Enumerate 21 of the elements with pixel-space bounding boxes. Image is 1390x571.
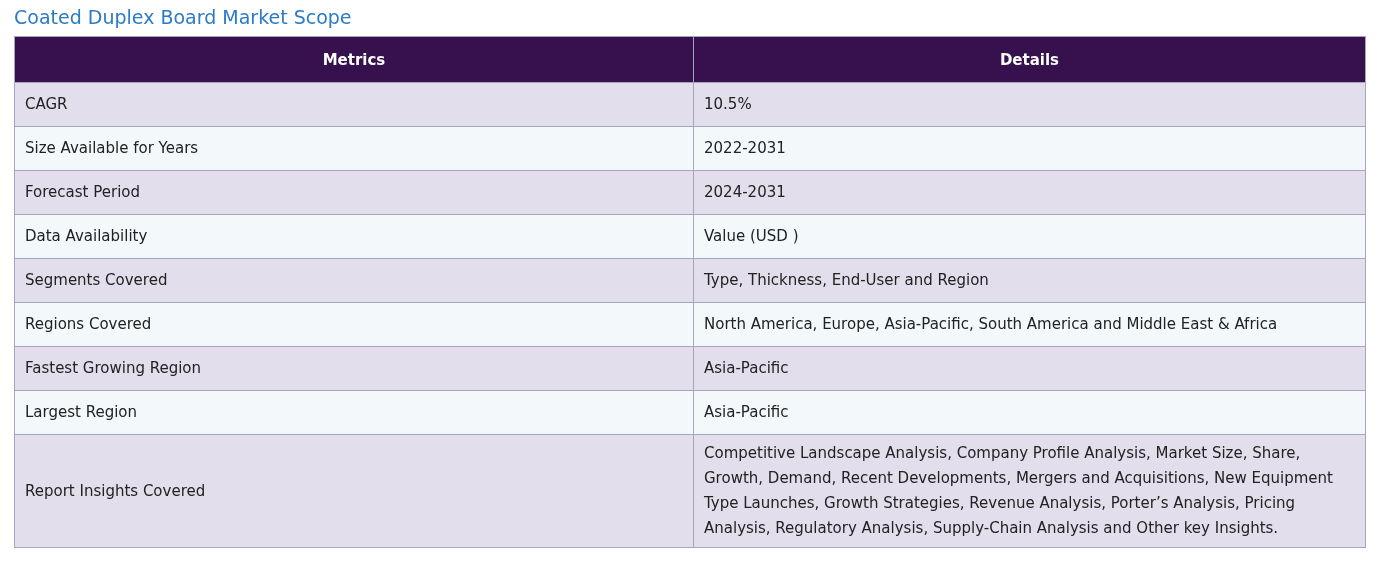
table-cell: Report Insights Covered <box>14 434 694 548</box>
table-cell: 2022-2031 <box>693 126 1366 171</box>
table-cell: Asia-Pacific <box>693 390 1366 435</box>
table-cell: Data Availability <box>14 214 694 259</box>
table-cell: Regions Covered <box>14 302 694 347</box>
column-header: Metrics <box>14 36 694 83</box>
table-cell: Value (USD ) <box>693 214 1366 259</box>
table-cell: 10.5% <box>693 82 1366 127</box>
table-cell: Segments Covered <box>14 258 694 303</box>
column-header: Details <box>693 36 1366 83</box>
section-title: Coated Duplex Board Market Scope <box>14 6 353 28</box>
table-cell: Forecast Period <box>14 170 694 215</box>
table-cell: 2024-2031 <box>693 170 1366 215</box>
table-cell: Type, Thickness, End-User and Region <box>693 258 1366 303</box>
table-cell: Size Available for Years <box>14 126 694 171</box>
table-cell: Competitive Landscape Analysis, Company Profile Analysis, Market Size, Share, Growth, Demand, Recent Developments, Mergers and Acquisitions, New Equipment Type Launches, Growth Strategies, Revenue Analysis, Porter’s Analysis, Pricing Analysis, Regulatory Analysis, Supply-Chain Analysis and Other key Insights. <box>693 434 1366 548</box>
table-cell: Largest Region <box>14 390 694 435</box>
table-cell: North America, Europe, Asia-Pacific, South America and Middle East & Africa <box>693 302 1366 347</box>
table-cell: CAGR <box>14 82 694 127</box>
table-cell: Asia-Pacific <box>693 346 1366 391</box>
table-cell: Fastest Growing Region <box>14 346 694 391</box>
